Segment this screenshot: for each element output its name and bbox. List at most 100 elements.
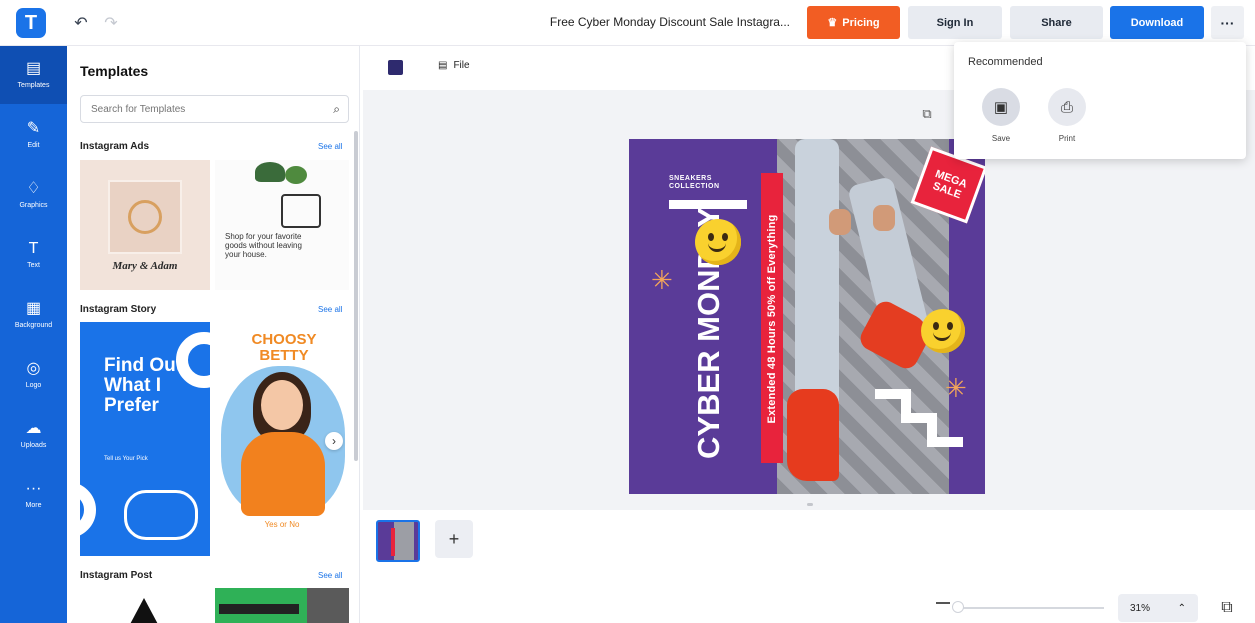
search-icon[interactable]: ⌕ (333, 102, 340, 117)
emoji-mouth (708, 243, 726, 252)
rail-item-graphics[interactable]: ♢ Graphics (0, 166, 67, 224)
thumb-banner (219, 604, 299, 614)
red-sneaker (787, 389, 839, 481)
zoom-value: 31% (1130, 602, 1151, 614)
panel-title: Templates (80, 63, 149, 79)
emoji-eye (933, 322, 939, 330)
redo-icon[interactable]: ↷ (100, 12, 122, 34)
download-button[interactable]: Download (1110, 6, 1204, 39)
template-thumb-instagram-ads-2[interactable]: Shop for your favorite goods without lea… (215, 160, 349, 290)
templates-icon: ▤ (25, 60, 42, 77)
mini-photo (394, 522, 414, 560)
add-page-button[interactable]: + (435, 520, 473, 558)
left-rail: ▤ Templates ✎ Edit ♢ Graphics T Text ▦ B… (0, 46, 67, 623)
plant-icon (255, 162, 285, 182)
panel-scrollbar[interactable] (354, 131, 358, 461)
thumb-heading: Find Out What I Prefer (104, 355, 183, 416)
rail-item-edit[interactable]: ✎ Edit (0, 106, 67, 164)
template-thumb-instagram-story-1[interactable]: Find Out What I Prefer Tell us Your Pick (80, 322, 210, 556)
sign-in-button[interactable]: Sign In (908, 6, 1002, 39)
dropdown-item-label: Print (1058, 134, 1076, 143)
pricing-button[interactable]: ♛ Pricing (807, 6, 900, 39)
templates-panel: Templates ⌕ Instagram Ads See all Mary &… (67, 46, 360, 623)
pages-view-icon[interactable]: ⧉ (1217, 598, 1237, 618)
undo-icon[interactable]: ↶ (70, 12, 92, 34)
thumb-text: Yes or No (264, 520, 300, 529)
background-icon: ▦ (25, 300, 42, 317)
crown-icon: ♛ (827, 17, 838, 29)
search-box: ⌕ (80, 95, 349, 123)
person-face (261, 380, 303, 430)
design-canvas[interactable]: Extended 48 Hours 50% off Everything SNE… (629, 139, 985, 494)
promo-band-text: Extended 48 Hours 50% off Everything (766, 214, 778, 424)
zoom-level-select[interactable]: 31% ⌃ (1118, 594, 1198, 622)
graphics-icon: ♢ (26, 180, 41, 197)
rail-item-text[interactable]: T Text (0, 226, 67, 284)
person-body (241, 432, 325, 516)
decor-ring (80, 482, 96, 538)
zoom-slider-handle[interactable] (952, 601, 964, 613)
rail-label: Uploads (20, 442, 47, 449)
emoji-mouth (933, 332, 951, 341)
see-all-instagram-post[interactable]: See all (318, 571, 342, 580)
see-all-instagram-ads[interactable]: See all (318, 142, 342, 151)
text-icon: T (28, 240, 39, 257)
rail-item-background[interactable]: ▦ Background (0, 286, 67, 344)
rail-label: Templates (17, 82, 50, 89)
rail-item-uploads[interactable]: ☁ Uploads (0, 406, 67, 464)
dropdown-item-print[interactable]: ⎙ Print (1042, 88, 1092, 143)
stair-step (927, 437, 963, 447)
share-button[interactable]: Share (1010, 6, 1103, 39)
chevron-up-icon: ⌃ (1177, 602, 1186, 614)
rail-label: More (25, 502, 42, 509)
thumb-text: Tell us Your Pick (104, 456, 148, 462)
dropdown-item-save[interactable]: ▣ Save (976, 88, 1026, 143)
mini-band (391, 528, 395, 556)
smiley-emoji (921, 309, 965, 353)
rail-label: Edit (27, 142, 40, 149)
leaf-icon (128, 598, 160, 623)
emoji-eye (708, 233, 714, 241)
file-button[interactable]: ▤ File (438, 60, 470, 71)
search-input[interactable] (81, 96, 311, 122)
file-icon: ▤ (438, 60, 448, 71)
more-icon: ··· (25, 480, 42, 497)
top-bar: T ↶ ↷ Free Cyber Monday Discount Sale In… (0, 0, 1255, 46)
canvas-resize-handle[interactable] (807, 503, 813, 506)
thumb-photo (307, 588, 349, 623)
logo-icon: ◎ (26, 360, 41, 377)
pricing-label: Pricing (842, 16, 880, 29)
duplicate-icon[interactable]: ⧉ (919, 106, 935, 122)
see-all-instagram-story[interactable]: See all (318, 305, 342, 314)
thumb-text: Mary & Adam (112, 260, 178, 272)
cyber-monday-text: CYBER MONDAY (691, 206, 726, 459)
emoji-eye (722, 233, 728, 241)
rail-item-more[interactable]: ··· More (0, 466, 67, 524)
template-thumb-instagram-post-1[interactable] (80, 588, 210, 623)
more-options-button[interactable]: ··· (1211, 6, 1244, 39)
background-color-swatch[interactable] (388, 60, 403, 75)
rail-item-templates[interactable]: ▤ Templates (0, 46, 67, 104)
thumb-heading: CHOOSY BETTY (251, 331, 317, 364)
rail-item-logo[interactable]: ◎ Logo (0, 346, 67, 404)
more-options-dropdown: Recommended ▣ Save ⎙ Print (954, 42, 1246, 159)
document-title[interactable]: Free Cyber Monday Discount Sale Instagra… (520, 15, 790, 29)
uploads-icon: ☁ (25, 420, 42, 437)
sneakers-collection-text: SNEAKERS COLLECTION (669, 175, 720, 190)
template-thumb-instagram-story-2[interactable]: CHOOSY BETTY Yes or No › (215, 322, 349, 556)
zoom-out-icon[interactable] (936, 602, 950, 604)
template-thumb-instagram-post-2[interactable] (215, 588, 349, 623)
thumb-text: Shop for your favorite goods without lea… (225, 232, 302, 259)
section-title-instagram-ads: Instagram Ads (80, 141, 150, 152)
mega-sale-text: MEGA SALE (931, 168, 969, 202)
rail-label: Background (14, 322, 53, 329)
stairs-graphic (875, 389, 965, 469)
chevron-right-icon[interactable]: › (325, 432, 343, 450)
template-thumb-instagram-ads-1[interactable]: Mary & Adam (80, 160, 210, 290)
zoom-slider[interactable] (958, 607, 1104, 609)
page-thumbnail-1[interactable] (376, 520, 420, 562)
rail-label: Graphics (19, 202, 48, 209)
product-icon (281, 194, 321, 228)
app-logo[interactable]: T (16, 8, 46, 38)
section-title-instagram-post: Instagram Post (80, 570, 153, 581)
